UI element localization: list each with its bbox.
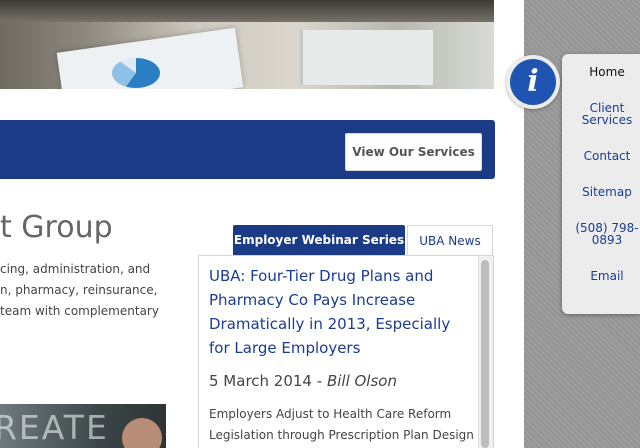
article-date: 5 March 2014 - (209, 372, 327, 390)
view-services-button[interactable]: View Our Services (345, 133, 482, 171)
quick-link-contact[interactable]: Contact (566, 150, 640, 162)
pie-chart-graphic (112, 58, 160, 88)
quick-link-sitemap[interactable]: Sitemap (566, 186, 640, 198)
article-body: Employers Adjust to Health Care Reform L… (209, 404, 475, 446)
article-author: Bill Olson (326, 372, 397, 390)
article-body-line: Employers Adjust to Health Care Reform (209, 407, 452, 421)
quick-link-home[interactable]: Home (566, 66, 640, 78)
article-meta: 5 March 2014 - Bill Olson (209, 372, 397, 390)
section-heading: t Group (0, 210, 113, 245)
quick-link-email[interactable]: Email (566, 270, 640, 282)
tab-uba-news[interactable]: UBA News (407, 225, 493, 255)
video-thumbnail[interactable]: REATE (0, 404, 166, 448)
video-caption: REATE (0, 408, 109, 447)
quick-link-phone[interactable]: (508) 798-0893 (573, 222, 640, 246)
intro-text: cing, administration, and n, pharmacy, r… (0, 259, 170, 322)
news-scrollbar-thumb[interactable] (481, 260, 489, 448)
article-body-line: Legislation through Prescription Plan De… (209, 428, 474, 442)
person-image (122, 418, 162, 448)
article-title-link[interactable]: UBA: Four-Tier Drug Plans and Pharmacy C… (209, 264, 471, 360)
intro-line: n, pharmacy, reinsurance, (0, 283, 158, 297)
tab-employer-webinar-series[interactable]: Employer Webinar Series (233, 225, 405, 255)
intro-line: cing, administration, and (0, 262, 151, 276)
hero-image (0, 0, 494, 89)
info-icon[interactable]: i (510, 59, 556, 105)
quick-link-client-services[interactable]: Client Services (570, 102, 640, 126)
intro-line: team with complementary (0, 304, 159, 318)
